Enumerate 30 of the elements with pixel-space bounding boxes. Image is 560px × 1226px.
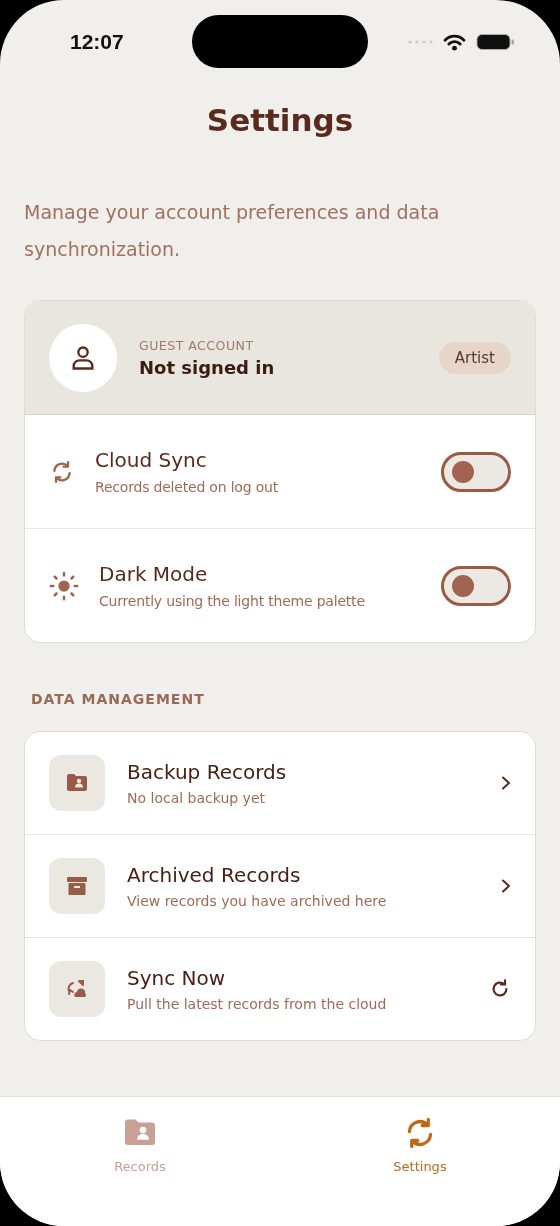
chevron-right-icon [501,879,511,893]
account-status: Not signed in [139,356,276,378]
setting-description: Currently using the light theme palette [99,593,366,609]
row-description: Pull the latest records from the cloud [127,996,388,1012]
nav-tab[interactable]: Settings [280,1115,560,1174]
account-label: GUEST ACCOUNT [139,337,255,353]
archive-box-icon [65,874,89,898]
toggle-switch[interactable] [441,451,511,492]
section-heading: DATA MANAGEMENT [31,691,206,707]
row-title: Sync Now [127,966,227,990]
setting-description: Records deleted on log out [95,479,279,495]
role-badge: Artist [438,341,511,374]
page-title: Settings [205,102,355,138]
data-row[interactable]: Backup Records No local backup yet [25,732,535,835]
status-time: 12:07 [70,30,124,54]
page-description: Manage your account preferences and data synchronization. [24,200,441,262]
row-title: Backup Records [127,760,288,784]
setting-title: Cloud Sync [95,448,208,472]
wifi-icon [443,33,466,51]
row-description: View records you have archived here [127,893,388,909]
row-title: Archived Records [127,863,302,887]
chevron-right-icon [501,776,511,790]
sun-icon [49,570,79,601]
setting-title: Dark Mode [99,562,209,586]
signal-icon [407,39,433,45]
data-row[interactable]: Sync Now Pull the latest records from the cloud [25,938,535,1040]
data-row[interactable]: Archived Records View records you have archived here [25,835,535,938]
toggle-switch[interactable] [441,565,511,606]
row-description: No local backup yet [127,790,266,806]
battery-icon [476,33,516,51]
